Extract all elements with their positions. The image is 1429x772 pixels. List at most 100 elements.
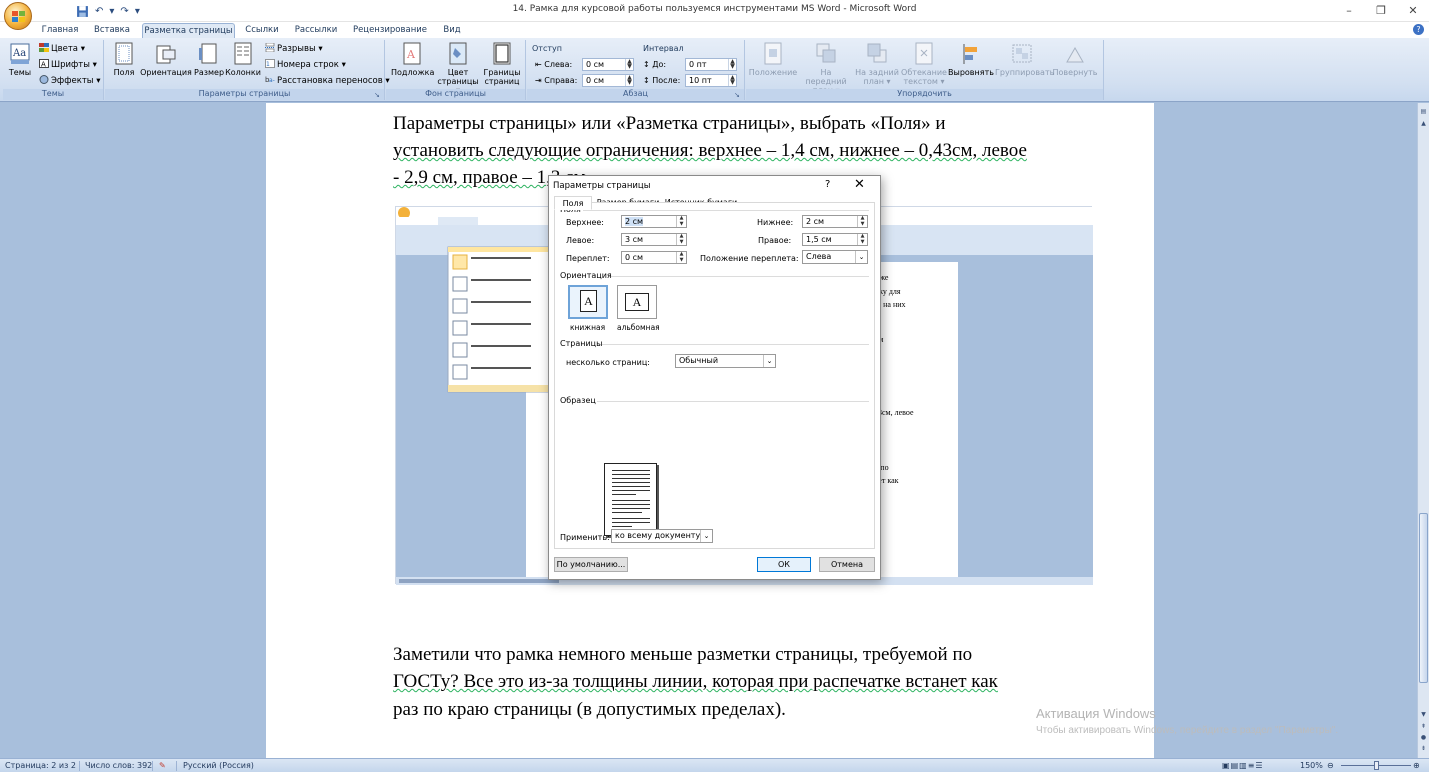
tab-view[interactable]: Вид xyxy=(437,23,467,38)
top-margin-spinner-icon[interactable]: ▲ ▼ xyxy=(676,215,686,227)
send-backward-icon xyxy=(867,43,887,63)
svg-text:A: A xyxy=(41,61,46,69)
gutter-position-select[interactable]: Слева ⌄ xyxy=(802,250,868,264)
office-button[interactable] xyxy=(4,2,32,30)
bring-forward-button[interactable]: На переднийплан ▾ xyxy=(799,42,853,95)
spacing-after-input[interactable]: 10 пт ▲ ▼ xyxy=(685,74,737,87)
tab-page-layout[interactable]: Разметка страницы xyxy=(142,23,235,38)
zoom-level[interactable]: 150% xyxy=(1300,760,1323,772)
align-button[interactable]: Выровнять xyxy=(948,42,994,77)
spelling-check-icon[interactable]: ✎ xyxy=(159,760,166,772)
size-button[interactable]: Размер xyxy=(194,42,224,77)
theme-fonts-button[interactable]: A Шрифты ▾ xyxy=(39,59,97,72)
paragraph-launcher-icon[interactable]: ↘ xyxy=(734,91,742,99)
theme-colors-button[interactable]: Цвета ▾ xyxy=(39,43,85,56)
spacing-after-spinner-icon[interactable]: ▲ ▼ xyxy=(728,75,736,86)
close-button[interactable]: ✕ xyxy=(1397,0,1429,21)
landscape-option[interactable]: A xyxy=(617,285,657,319)
spacing-before-spinner-icon[interactable]: ▲ ▼ xyxy=(728,59,736,70)
landscape-label: альбомная xyxy=(617,323,660,332)
apply-to-select[interactable]: ко всему документу ⌄ xyxy=(611,529,713,543)
bottom-margin-input[interactable]: 2 см ▲ ▼ xyxy=(802,215,868,228)
indent-left-spinner-icon[interactable]: ▲ ▼ xyxy=(625,59,633,70)
bottom-margin-spinner-icon[interactable]: ▲ ▼ xyxy=(857,215,867,227)
hyphenation-button[interactable]: b a- Расстановка переносов ▾ xyxy=(265,75,390,88)
line-numbers-button[interactable]: 1 Номера строк ▾ xyxy=(265,59,346,72)
page-setup-launcher-icon[interactable]: ↘ xyxy=(374,91,382,99)
embedded-text-5: 3см, левое xyxy=(878,408,914,417)
word-count-status[interactable]: Число слов: 392 xyxy=(85,760,152,772)
tab-mailings[interactable]: Рассылки xyxy=(290,23,342,38)
gutter-input[interactable]: 0 см ▲ ▼ xyxy=(621,251,687,264)
next-page-icon[interactable]: ⇟ xyxy=(1419,745,1428,755)
position-button[interactable]: Положение xyxy=(748,42,798,77)
zoom-out-icon[interactable]: ⊖ xyxy=(1327,760,1334,772)
zoom-slider-thumb[interactable] xyxy=(1374,761,1379,770)
section-divider xyxy=(611,276,869,277)
draft-icon[interactable]: ☰ xyxy=(1255,761,1263,770)
full-screen-icon[interactable]: ▤ xyxy=(1231,761,1240,770)
margins-icon xyxy=(115,42,133,65)
web-layout-icon[interactable]: ▥ xyxy=(1239,761,1248,770)
page-borders-button[interactable]: Границы страниц xyxy=(482,42,522,86)
indent-right-input[interactable]: 0 см ▲ ▼ xyxy=(582,74,634,87)
tab-home[interactable]: Главная xyxy=(38,23,82,38)
tab-references[interactable]: Ссылки xyxy=(240,23,284,38)
text-wrap-button[interactable]: Обтекание текстом ▾ xyxy=(901,42,947,86)
indent-left-input[interactable]: 0 см ▲ ▼ xyxy=(582,58,634,71)
vertical-scrollbar[interactable]: ▤ ▲ ▼ ⇞ ● ⇟ xyxy=(1417,103,1429,758)
portrait-option[interactable]: A xyxy=(568,285,608,319)
spacing-before-input[interactable]: 0 пт ▲ ▼ xyxy=(685,58,737,71)
columns-icon xyxy=(234,42,252,65)
columns-button[interactable]: Колонки xyxy=(225,42,261,77)
gutter-spinner-icon[interactable]: ▲ ▼ xyxy=(676,251,686,263)
right-margin-input[interactable]: 1,5 см ▲ ▼ xyxy=(802,233,868,246)
top-margin-input[interactable]: 2 см ▲ ▼ xyxy=(621,215,687,228)
svg-text:A: A xyxy=(406,48,416,61)
dialog-help-icon[interactable]: ? xyxy=(825,179,830,190)
orientation-button[interactable]: Ориентация xyxy=(140,42,192,77)
document-line-2: установить следующие ограничения: верхне… xyxy=(393,140,1027,161)
rotate-button[interactable]: Повернуть xyxy=(1050,42,1100,77)
bottom-margin-label: Нижнее: xyxy=(757,218,794,227)
tab-insert[interactable]: Вставка xyxy=(86,23,138,38)
group-icon xyxy=(1012,44,1032,63)
breaks-button[interactable]: Разрывы ▾ xyxy=(265,43,323,56)
dialog-close-icon[interactable]: ✕ xyxy=(854,177,865,192)
help-icon[interactable]: ? xyxy=(1413,24,1424,35)
spacing-after-label: ↕ После: xyxy=(643,76,681,85)
tab-review[interactable]: Рецензирование xyxy=(350,23,430,38)
minimize-button[interactable]: – xyxy=(1333,0,1365,21)
dialog-tab-margins[interactable]: Поля xyxy=(554,196,592,210)
left-margin-input[interactable]: 3 см ▲ ▼ xyxy=(621,233,687,246)
ok-button[interactable]: ОК xyxy=(757,557,811,572)
chevron-down-icon: ⌄ xyxy=(763,355,775,367)
breaks-icon xyxy=(265,43,275,52)
page-color-button[interactable]: Цветстраницы ▾ xyxy=(436,42,480,95)
themes-button[interactable]: Aa Темы xyxy=(5,42,35,77)
previous-page-icon[interactable]: ⇞ xyxy=(1419,723,1428,733)
left-margin-spinner-icon[interactable]: ▲ ▼ xyxy=(676,233,686,245)
send-backward-button[interactable]: На задний план ▾ xyxy=(854,42,900,86)
theme-effects-button[interactable]: Эффекты ▾ xyxy=(39,75,100,88)
multiple-pages-select[interactable]: Обычный ⌄ xyxy=(675,354,776,368)
page-count-status[interactable]: Страница: 2 из 2 xyxy=(5,760,76,772)
scrollbar-thumb[interactable] xyxy=(1419,513,1428,683)
ruler-toggle-icon[interactable]: ▤ xyxy=(1419,108,1428,118)
indent-right-spinner-icon[interactable]: ▲ ▼ xyxy=(625,75,633,86)
browse-object-icon[interactable]: ● xyxy=(1419,734,1428,744)
watermark-button[interactable]: A Подложка xyxy=(391,42,434,77)
print-layout-icon[interactable]: ▣ xyxy=(1222,761,1231,770)
group-button[interactable]: Группировать xyxy=(995,42,1054,77)
cancel-button[interactable]: Отмена xyxy=(819,557,875,572)
margins-button[interactable]: Поля xyxy=(110,42,138,77)
document-line-5: ГОСТу? Все это из-за толщины линии, кото… xyxy=(393,671,998,692)
zoom-in-icon[interactable]: ⊕ xyxy=(1413,760,1420,772)
set-default-button[interactable]: По умолчанию... xyxy=(554,557,628,572)
language-status[interactable]: Русский (Россия) xyxy=(183,760,254,772)
restore-button[interactable]: ❐ xyxy=(1365,0,1397,21)
apply-to-label: Применить: xyxy=(560,533,610,542)
scroll-up-icon[interactable]: ▲ xyxy=(1419,120,1428,130)
scroll-down-icon[interactable]: ▼ xyxy=(1419,711,1428,721)
right-margin-spinner-icon[interactable]: ▲ ▼ xyxy=(857,233,867,245)
